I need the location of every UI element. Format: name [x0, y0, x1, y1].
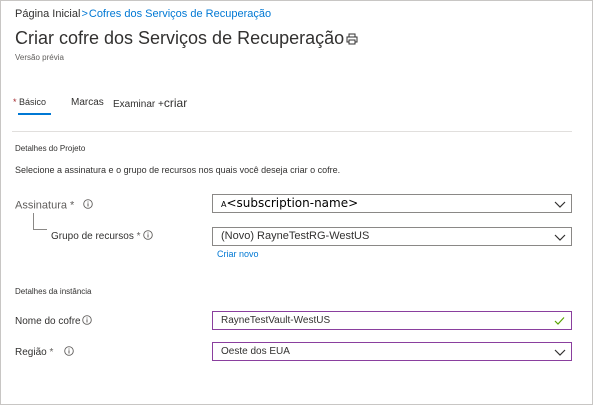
- tab-review-label-start: Examinar: [113, 99, 159, 110]
- region-label-row: Região *: [15, 346, 74, 359]
- region-dropdown[interactable]: Oeste dos EUA: [212, 342, 572, 361]
- vault-name-value: RayneTestVault-WestUS: [221, 315, 331, 326]
- info-icon[interactable]: [142, 230, 153, 243]
- tab-divider: [12, 131, 572, 132]
- tab-basics[interactable]: * Básico: [13, 97, 46, 107]
- resource-group-label: Grupo de recursos: [51, 231, 134, 243]
- tab-review-create[interactable]: Examinar +criar: [113, 96, 187, 110]
- page-title: Criar cofre dos Serviços de Recuperação: [15, 28, 345, 48]
- required-mark: *: [136, 231, 141, 243]
- tab-basics-label: Básico: [19, 97, 47, 107]
- preview-label: Versão prévia: [15, 53, 64, 62]
- subscription-label-row: Assinatura *: [15, 199, 94, 212]
- chevron-down-icon: [554, 346, 566, 363]
- info-icon[interactable]: [64, 346, 74, 359]
- region-value: Oeste dos EUA: [221, 346, 290, 357]
- resource-group-value: (Novo) RayneTestRG-WestUS: [221, 230, 370, 242]
- tree-connector: [33, 213, 47, 230]
- tab-tags[interactable]: Marcas: [71, 97, 104, 108]
- resource-group-dropdown[interactable]: (Novo) RayneTestRG-WestUS: [212, 227, 572, 246]
- chevron-down-icon: [554, 198, 566, 215]
- breadcrumb: Página Inicial>Cofres dos Serviços de Re…: [15, 8, 271, 20]
- tab-tags-label: Marcas: [71, 97, 104, 108]
- subscription-value-text: <subscription-name>: [226, 196, 359, 210]
- info-icon[interactable]: [83, 199, 94, 212]
- active-tab-indicator: [18, 113, 51, 115]
- subscription-value: A<subscription-name>: [221, 195, 358, 213]
- tab-review-label-end: criar: [163, 96, 188, 110]
- chevron-down-icon: [554, 231, 566, 248]
- required-mark: *: [49, 347, 54, 359]
- vault-name-label-row: Nome do cofre: [15, 315, 92, 328]
- info-icon[interactable]: [81, 315, 92, 328]
- breadcrumb-separator: >: [81, 8, 88, 20]
- vault-name-label: Nome do cofre: [15, 316, 81, 328]
- page-title-row: Criar cofre dos Serviços de Recuperação: [15, 28, 358, 50]
- breadcrumb-recovery-vaults[interactable]: Cofres dos Serviços de Recuperação: [89, 8, 271, 20]
- required-mark: *: [70, 199, 75, 212]
- checkmark-icon: [554, 315, 565, 332]
- subscription-label: Assinatura: [15, 199, 67, 212]
- instance-details-heading: Detalhes da instância: [15, 287, 92, 296]
- project-details-description: Selecione a assinatura e o grupo de recu…: [15, 165, 341, 175]
- print-icon[interactable]: [346, 29, 358, 50]
- create-new-link[interactable]: Criar novo: [217, 249, 259, 259]
- required-mark: *: [13, 97, 17, 107]
- breadcrumb-home[interactable]: Página Inicial: [15, 8, 80, 20]
- subscription-dropdown[interactable]: A<subscription-name>: [212, 194, 572, 213]
- region-label: Região: [15, 347, 47, 359]
- resource-group-label-row: Grupo de recursos *: [51, 230, 153, 243]
- project-details-heading: Detalhes do Projeto: [15, 144, 86, 153]
- vault-name-input[interactable]: RayneTestVault-WestUS: [212, 311, 572, 330]
